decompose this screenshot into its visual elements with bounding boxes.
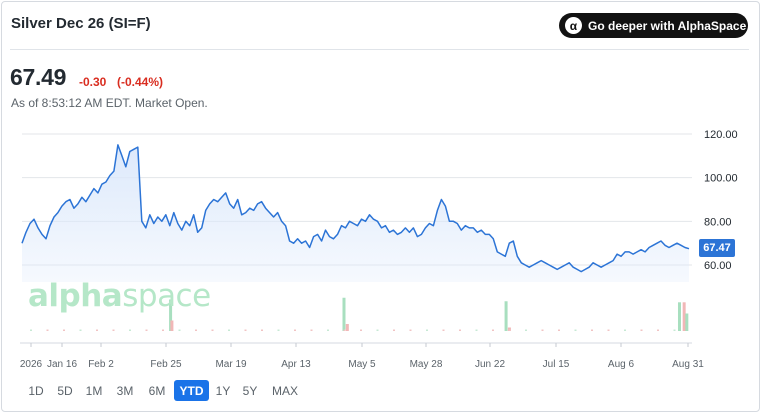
volume-bar bbox=[492, 329, 494, 331]
volume-bar bbox=[475, 329, 478, 331]
range-max[interactable]: MAX bbox=[268, 380, 302, 401]
volume-bar bbox=[63, 329, 65, 331]
volume-bar bbox=[30, 329, 32, 331]
volume-bar bbox=[607, 329, 610, 331]
x-tick-label: Jun 22 bbox=[475, 359, 505, 370]
x-tick-label: Mar 19 bbox=[215, 359, 247, 370]
volume-bar bbox=[228, 329, 230, 331]
volume-bar bbox=[525, 329, 527, 331]
volume-bar bbox=[409, 329, 412, 331]
range-5y[interactable]: 5Y bbox=[240, 380, 260, 401]
volume-bar bbox=[129, 329, 131, 331]
volume-bar bbox=[342, 297, 346, 331]
volume-bar bbox=[360, 329, 362, 331]
volume-bar bbox=[261, 329, 263, 331]
volume-bar bbox=[178, 329, 181, 331]
x-tick-label: 2026 bbox=[20, 359, 43, 370]
y-tick-label: 100.00 bbox=[704, 173, 738, 185]
range-3m[interactable]: 3M bbox=[112, 380, 138, 401]
last-price-badge: 67.47 bbox=[699, 239, 735, 257]
volume-bar bbox=[195, 329, 197, 331]
volume-bar bbox=[170, 320, 174, 331]
x-tick-label: May 5 bbox=[348, 359, 376, 370]
volume-bar bbox=[294, 329, 296, 331]
volume-bar bbox=[393, 329, 395, 331]
price-area bbox=[22, 144, 689, 282]
volume-bar bbox=[624, 329, 626, 331]
volume-bar bbox=[657, 329, 659, 331]
x-tick-label: Jan 16 bbox=[47, 359, 77, 370]
volume-bar bbox=[685, 313, 689, 331]
volume-bar bbox=[459, 329, 461, 331]
y-tick-label: 60.00 bbox=[704, 260, 732, 272]
x-tick-label: May 28 bbox=[410, 359, 443, 370]
alphaspace-watermark: alphaspace bbox=[28, 278, 211, 314]
volume-bar bbox=[640, 329, 643, 331]
volume-bar bbox=[79, 329, 82, 331]
range-5d[interactable]: 5D bbox=[54, 380, 76, 401]
volume-bar bbox=[310, 329, 313, 331]
y-tick-label: 80.00 bbox=[704, 216, 732, 228]
volume-bar bbox=[345, 324, 349, 331]
volume-bar bbox=[508, 329, 511, 331]
range-1y[interactable]: 1Y bbox=[213, 380, 233, 401]
volume-bar bbox=[574, 329, 577, 331]
volume-bar bbox=[211, 329, 214, 331]
volume-bar bbox=[682, 302, 686, 331]
volume-bar bbox=[558, 329, 560, 331]
volume-bar bbox=[541, 329, 544, 331]
volume-bar bbox=[442, 329, 445, 331]
volume-bar bbox=[277, 329, 280, 331]
watermark-bold: alpha bbox=[28, 278, 123, 314]
volume-bar bbox=[96, 329, 98, 331]
volume-bar bbox=[244, 329, 247, 331]
range-ytd[interactable]: YTD bbox=[174, 380, 209, 401]
volume-bar bbox=[327, 329, 329, 331]
range-6m[interactable]: 6M bbox=[144, 380, 170, 401]
volume-bar bbox=[343, 329, 346, 331]
volume-bar bbox=[145, 329, 148, 331]
range-1m[interactable]: 1M bbox=[82, 380, 106, 401]
volume-bar bbox=[591, 329, 593, 331]
x-tick-label: Feb 25 bbox=[150, 359, 182, 370]
volume-bar bbox=[162, 329, 164, 331]
volume-bar bbox=[673, 329, 676, 331]
volume-bar bbox=[677, 302, 681, 331]
x-tick-label: Feb 2 bbox=[88, 359, 114, 370]
volume-bar bbox=[504, 301, 508, 331]
range-1d[interactable]: 1D bbox=[25, 380, 47, 401]
volume-bar bbox=[46, 329, 49, 331]
watermark-light: space bbox=[122, 278, 211, 314]
volume-bar bbox=[426, 329, 428, 331]
x-tick-label: Aug 31 bbox=[672, 359, 704, 370]
volume-bar bbox=[376, 329, 379, 331]
x-tick-label: Apr 13 bbox=[281, 359, 311, 370]
y-tick-label: 120.00 bbox=[704, 129, 738, 141]
x-tick-label: Aug 6 bbox=[608, 359, 635, 370]
x-tick-label: Jul 15 bbox=[543, 359, 570, 370]
price-chart[interactable]: 120.00 100.00 80.00 60.00 2026 Jan 16 Feb 2 Feb… bbox=[0, 0, 763, 414]
volume-bar bbox=[112, 329, 115, 331]
